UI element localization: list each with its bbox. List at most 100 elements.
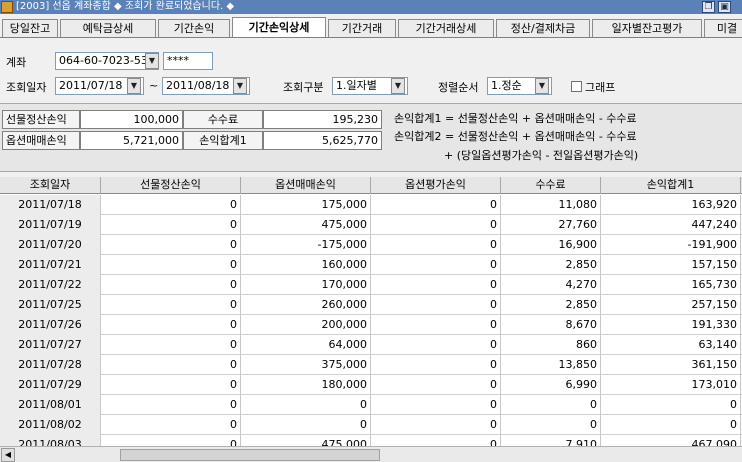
cell-total1: 165,730 (601, 275, 741, 295)
cell-date: 2011/08/03 (0, 435, 101, 446)
cell-futures-pnl: 0 (101, 415, 241, 435)
cell-total1: 173,010 (601, 375, 741, 395)
cell-date: 2011/07/22 (0, 275, 101, 295)
total1-value: 5,625,770 (263, 131, 382, 150)
date-from-calendar-icon[interactable]: ▼ (127, 78, 141, 94)
cell-futures-pnl: 0 (101, 395, 241, 415)
fee-label: 수수료 (183, 110, 263, 129)
cell-options-eval: 0 (371, 235, 501, 255)
col-date-header[interactable]: 조회일자 (0, 177, 101, 194)
window-titlebar: [2003] 선옵 계좌종합 ◆ 조회가 완료되었습니다. ◆ ❐ ▣ (0, 0, 742, 14)
cell-options-pnl: 175,000 (241, 195, 371, 215)
tab-period-trade[interactable]: 기간거래 (328, 19, 396, 37)
table-row[interactable]: 2011/07/18 0 175,000 0 11,080 163,920 (0, 195, 742, 215)
date-from-value: 2011/07/18 (59, 79, 123, 92)
options-pnl-value: 5,721,000 (80, 131, 183, 150)
table-row[interactable]: 2011/07/26 0 200,000 0 8,670 191,330 (0, 315, 742, 335)
table-header: 조회일자 선물정산손익 옵션매매손익 옵션평가손익 수수료 손익합계1 (0, 177, 742, 194)
cell-options-pnl: 200,000 (241, 315, 371, 335)
app-icon (1, 1, 13, 13)
tab-settlement[interactable]: 정산/결제차금 (496, 19, 590, 37)
cell-options-pnl: 0 (241, 415, 371, 435)
summary-panel: 선물정산손익 100,000 수수료 195,230 옵션매매손익 5,721,… (0, 103, 742, 172)
tab-daily-balance-eval[interactable]: 일자별잔고평가 (592, 19, 702, 37)
tab-deposit-detail[interactable]: 예탁금상세 (60, 19, 156, 37)
table-row[interactable]: 2011/08/01 0 0 0 0 0 (0, 395, 742, 415)
cell-options-eval: 0 (371, 215, 501, 235)
cell-total1: 467,090 (601, 435, 741, 446)
cell-options-eval: 0 (371, 395, 501, 415)
tab-period-pnl[interactable]: 기간손익 (158, 19, 230, 37)
cell-futures-pnl: 0 (101, 375, 241, 395)
formula-total1: 손익합계1 = 선물정산손익 + 옵션매매손익 - 수수료 (394, 112, 637, 125)
table-row[interactable]: 2011/07/27 0 64,000 0 860 63,140 (0, 335, 742, 355)
cell-date: 2011/07/27 (0, 335, 101, 355)
cell-fee: 27,760 (501, 215, 601, 235)
col-options-pnl-header[interactable]: 옵션매매손익 (241, 177, 371, 194)
cell-options-pnl: -175,000 (241, 235, 371, 255)
horizontal-scrollbar[interactable]: ◀ (0, 446, 742, 462)
cell-futures-pnl: 0 (101, 335, 241, 355)
tab-bar: 당일잔고 예탁금상세 기간손익 기간손익상세 기간거래 기간거래상세 정산/결제… (0, 17, 742, 38)
cell-futures-pnl: 0 (101, 435, 241, 446)
tab-open-positions[interactable]: 미결 (704, 19, 742, 37)
tab-period-trade-detail[interactable]: 기간거래상세 (398, 19, 494, 37)
cell-date: 2011/07/18 (0, 195, 101, 215)
cell-options-eval: 0 (371, 435, 501, 446)
cell-date: 2011/07/29 (0, 375, 101, 395)
cell-options-eval: 0 (371, 275, 501, 295)
cell-futures-pnl: 0 (101, 215, 241, 235)
scroll-left-icon[interactable]: ◀ (1, 448, 15, 462)
cell-total1: -191,900 (601, 235, 741, 255)
tab-daily-balance[interactable]: 당일잔고 (2, 19, 58, 37)
graph-checkbox[interactable] (571, 81, 582, 92)
fee-value: 195,230 (263, 110, 382, 129)
tab-period-pnl-detail[interactable]: 기간손익상세 (232, 17, 326, 37)
col-total1-header[interactable]: 손익합계1 (601, 177, 741, 194)
options-pnl-label: 옵션매매손익 (2, 131, 80, 150)
col-options-eval-header[interactable]: 옵션평가손익 (371, 177, 501, 194)
table-row[interactable]: 2011/07/20 0 -175,000 0 16,900 -191,900 (0, 235, 742, 255)
col-futures-pnl-header[interactable]: 선물정산손익 (101, 177, 241, 194)
cell-date: 2011/07/19 (0, 215, 101, 235)
window-option-icon[interactable]: ▣ (718, 1, 731, 13)
table-row[interactable]: 2011/07/25 0 260,000 0 2,850 257,150 (0, 295, 742, 315)
cell-date: 2011/07/25 (0, 295, 101, 315)
total1-label: 손익합계1 (183, 131, 263, 150)
account-value: 064-60-7023-53 (59, 54, 148, 67)
restore-icon[interactable]: ❐ (702, 1, 715, 13)
cell-options-eval: 0 (371, 255, 501, 275)
sort-label: 정렬순서 (438, 81, 479, 94)
cell-options-pnl: 160,000 (241, 255, 371, 275)
scroll-thumb[interactable] (120, 449, 380, 461)
table-row[interactable]: 2011/07/19 0 475,000 0 27,760 447,240 (0, 215, 742, 235)
cell-total1: 361,150 (601, 355, 741, 375)
cell-options-eval: 0 (371, 335, 501, 355)
table-row[interactable]: 2011/07/22 0 170,000 0 4,270 165,730 (0, 275, 742, 295)
cell-options-pnl: 260,000 (241, 295, 371, 315)
futures-pnl-label: 선물정산손익 (2, 110, 80, 129)
cell-date: 2011/08/01 (0, 395, 101, 415)
query-type-dropdown-icon[interactable]: ▼ (391, 78, 405, 94)
table-row[interactable]: 2011/08/02 0 0 0 0 0 (0, 415, 742, 435)
cell-futures-pnl: 0 (101, 255, 241, 275)
table-row[interactable]: 2011/07/29 0 180,000 0 6,990 173,010 (0, 375, 742, 395)
cell-fee: 0 (501, 415, 601, 435)
cell-options-eval: 0 (371, 315, 501, 335)
password-field[interactable]: **** (163, 52, 213, 70)
sort-dropdown-icon[interactable]: ▼ (535, 78, 549, 94)
cell-options-pnl: 475,000 (241, 435, 371, 446)
cell-total1: 157,150 (601, 255, 741, 275)
cell-options-eval: 0 (371, 295, 501, 315)
cell-total1: 163,920 (601, 195, 741, 215)
account-select[interactable]: 064-60-7023-53 (55, 52, 159, 70)
table-row[interactable]: 2011/07/28 0 375,000 0 13,850 361,150 (0, 355, 742, 375)
table-row[interactable]: 2011/08/03 0 475,000 0 7,910 467,090 (0, 435, 742, 446)
account-dropdown-icon[interactable]: ▼ (145, 53, 159, 69)
date-to-calendar-icon[interactable]: ▼ (233, 78, 247, 94)
col-fee-header[interactable]: 수수료 (501, 177, 601, 194)
sort-value: 1.정순 (491, 79, 522, 92)
table-row[interactable]: 2011/07/21 0 160,000 0 2,850 157,150 (0, 255, 742, 275)
cell-futures-pnl: 0 (101, 315, 241, 335)
cell-futures-pnl: 0 (101, 275, 241, 295)
